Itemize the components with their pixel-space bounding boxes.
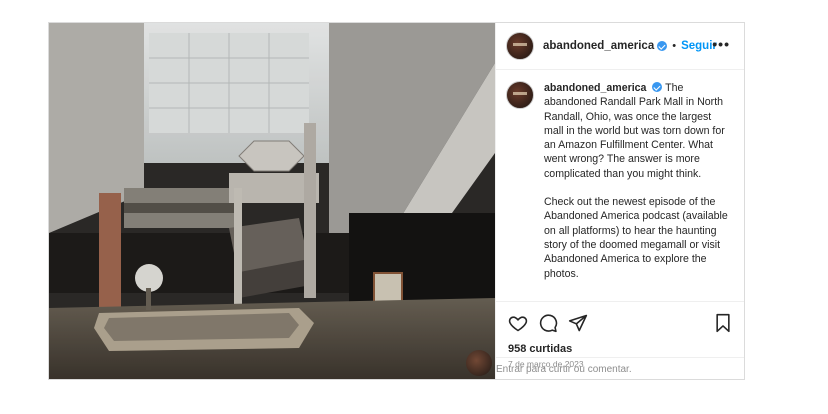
bookmark-icon[interactable] [714, 313, 732, 333]
login-to-comment-text[interactable]: Entrar para curtir ou comentar. [496, 364, 632, 375]
caption-verified-icon [652, 82, 663, 92]
post-photo[interactable] [49, 23, 495, 379]
caption-avatar[interactable] [506, 81, 534, 109]
header-username[interactable]: abandoned_america [543, 40, 654, 52]
caption-text: abandoned_america The abandoned Randall … [544, 81, 732, 303]
instagram-post: abandoned_america • Seguir ••• abandoned… [48, 22, 745, 380]
more-options-icon[interactable]: ••• [712, 36, 730, 52]
profile-avatar[interactable] [506, 32, 534, 60]
caption-paragraph-2: Check out the newest episode of the Aban… [544, 196, 728, 280]
comment-icon[interactable] [538, 313, 558, 333]
caption-username[interactable]: abandoned_america [544, 82, 646, 94]
likes-count[interactable]: 958 curtidas [508, 343, 572, 355]
watermark-avatar [466, 350, 492, 376]
caption-paragraph-1: The abandoned Randall Park Mall in North… [544, 82, 725, 180]
share-icon[interactable] [568, 313, 588, 333]
separator-dot: • [672, 40, 677, 52]
post-header: abandoned_america • Seguir ••• [496, 23, 744, 70]
heart-icon[interactable] [508, 313, 528, 333]
post-sidebar: abandoned_america • Seguir ••• abandoned… [495, 23, 744, 379]
comment-bar: Entrar para curtir ou comentar. [496, 357, 744, 380]
caption: abandoned_america The abandoned Randall … [506, 81, 732, 303]
verified-icon [657, 41, 668, 51]
